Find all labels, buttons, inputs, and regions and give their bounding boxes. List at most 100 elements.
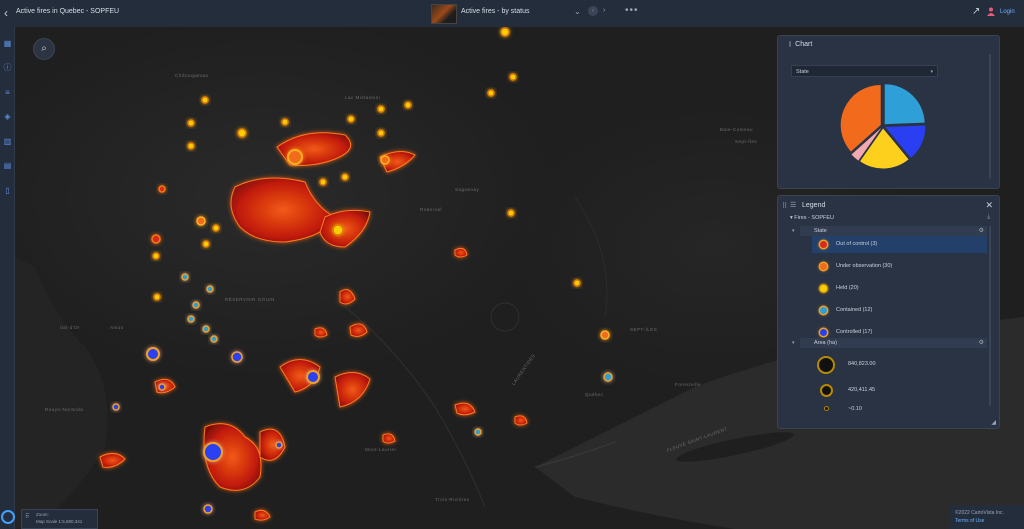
chart-field-select-value: State xyxy=(796,69,809,75)
share-icon[interactable]: ↗ xyxy=(972,6,980,17)
zoom-readout: Zoom: xyxy=(36,512,49,517)
top-bar: ‹ Active fires in Quebec - SOPFEU Active… xyxy=(0,0,1024,28)
map-place-label: Rouyn-Noranda xyxy=(45,407,84,412)
legend-swatch xyxy=(820,285,827,292)
fire-area xyxy=(349,323,368,337)
map-title: Active fires - by status xyxy=(461,8,530,15)
legend-panel: ⠿ ☰ Legend ✕ ▾ Fires - SOPFEU ⤓ ▾ State … xyxy=(777,195,1000,429)
pie-slice[interactable] xyxy=(884,84,925,125)
chart-title: Chart xyxy=(795,41,813,48)
legend-swatch xyxy=(820,329,827,336)
fire-marker xyxy=(202,240,210,248)
fire-marker xyxy=(377,105,385,113)
close-icon[interactable]: ✕ xyxy=(985,200,993,211)
legend-state-item[interactable]: Contained (12) xyxy=(812,302,987,319)
fire-area xyxy=(454,247,468,258)
chart-panel: ⫾ Chart State ▾ xyxy=(777,35,1000,189)
legend-state-item[interactable]: Under observation (30) xyxy=(812,258,987,275)
list-icon: ☰ xyxy=(790,202,797,209)
legend-layer-name[interactable]: ▾ Fires - SOPFEU xyxy=(790,215,834,221)
legend-size-label: 840,823.00 xyxy=(848,361,876,367)
fire-marker xyxy=(275,441,283,449)
legend-group-area[interactable]: ▾ Area (ha) ⚙ xyxy=(792,338,987,348)
fire-area xyxy=(339,289,356,305)
fire-marker xyxy=(203,442,223,462)
info-icon[interactable]: ⓘ xyxy=(3,63,12,72)
fire-marker xyxy=(112,403,120,411)
fire-marker xyxy=(187,119,195,127)
list-icon[interactable]: ≡ xyxy=(3,88,12,97)
download-icon[interactable]: ⤓ xyxy=(987,214,990,221)
size-circle-small xyxy=(824,406,829,411)
fire-marker xyxy=(146,347,160,361)
legend-title: Legend xyxy=(802,202,826,209)
legend-state-label: Controlled (17) xyxy=(836,329,873,335)
legend-state-label: Held (20) xyxy=(836,285,859,291)
map-icon[interactable]: ▦ xyxy=(3,39,12,48)
fire-marker xyxy=(404,101,412,109)
fire-marker xyxy=(187,142,195,150)
drag-handle-icon[interactable]: ⠿ xyxy=(25,513,29,520)
legend-swatch xyxy=(820,241,827,248)
fire-marker xyxy=(181,273,189,281)
previous-map-button[interactable]: ‹ xyxy=(588,6,598,16)
chart-icon[interactable]: ▥ xyxy=(3,137,12,146)
legend-state-label: Contained (12) xyxy=(836,307,873,313)
search-icon: ⌕ xyxy=(41,43,47,54)
legend-group-state[interactable]: ▾ State ⚙ xyxy=(792,226,987,236)
gear-icon[interactable]: ⚙ xyxy=(979,226,984,236)
pie-chart[interactable] xyxy=(838,81,928,171)
map-place-label: SEPT-ÎLES xyxy=(630,327,658,332)
chart-scrollbar[interactable] xyxy=(989,54,991,179)
legend-group-label: State xyxy=(814,228,827,234)
legend-scrollbar[interactable] xyxy=(989,226,991,406)
legend-swatch xyxy=(820,263,827,270)
fire-marker xyxy=(377,129,385,137)
legend-swatch xyxy=(820,307,827,314)
map-thumbnail[interactable] xyxy=(431,4,457,24)
fire-marker xyxy=(201,96,209,104)
fire-marker xyxy=(347,115,355,123)
cartovista-logo xyxy=(1,510,15,524)
legend-state-item[interactable]: Out of control (3) xyxy=(812,236,987,253)
map-scale-readout: Map Scale 1:5,880,341 xyxy=(36,519,83,524)
map-place-label: RÉSERVOIR GOUIN xyxy=(225,297,275,302)
book-icon[interactable]: ▯ xyxy=(3,186,12,195)
fire-markers[interactable] xyxy=(112,27,613,514)
next-map-button[interactable]: › xyxy=(603,7,605,14)
chart-field-select[interactable]: State ▾ xyxy=(791,65,938,77)
fire-area xyxy=(99,453,126,468)
back-arrow-icon[interactable]: ‹ xyxy=(4,6,8,20)
fire-marker xyxy=(153,293,161,301)
search-button[interactable]: ⌕ xyxy=(33,38,55,60)
fire-marker xyxy=(196,216,206,226)
fire-marker xyxy=(341,173,349,181)
table-icon[interactable]: ▤ xyxy=(3,161,12,170)
chevron-down-icon: ▾ xyxy=(792,228,795,234)
fire-area xyxy=(254,509,271,521)
gear-icon[interactable]: ⚙ xyxy=(979,338,984,348)
layers-icon[interactable]: ◈ xyxy=(3,112,12,121)
resize-handle-icon[interactable]: ◢ xyxy=(991,419,996,426)
more-options-icon[interactable]: ••• xyxy=(625,5,639,16)
fire-marker xyxy=(603,372,613,382)
fire-marker xyxy=(507,209,515,217)
chevron-down-icon[interactable]: ⌄ xyxy=(574,7,581,16)
fire-area xyxy=(454,402,476,416)
login-link[interactable]: Login xyxy=(1000,9,1015,15)
fire-marker xyxy=(573,279,581,287)
user-icon[interactable] xyxy=(987,7,995,16)
map-place-label: Forestville xyxy=(675,382,702,387)
drag-handle-icon[interactable]: ⠿ xyxy=(782,202,787,210)
legend-state-item[interactable]: Held (20) xyxy=(812,280,987,297)
size-circle-large xyxy=(817,356,835,374)
map-place-label: Chibougamau xyxy=(175,73,209,78)
legend-size-label: ~0.10 xyxy=(848,406,862,412)
map-status-box: ⠿ Zoom: Map Scale 1:5,880,341 xyxy=(21,509,98,529)
fire-area xyxy=(230,177,336,243)
chart-panel-header: ⫾ Chart xyxy=(789,41,813,48)
terms-link[interactable]: Terms of Use xyxy=(955,518,984,524)
fire-marker xyxy=(202,325,210,333)
app-title: Active fires in Quebec - SOPFEU xyxy=(16,8,120,15)
fire-marker xyxy=(380,155,390,165)
